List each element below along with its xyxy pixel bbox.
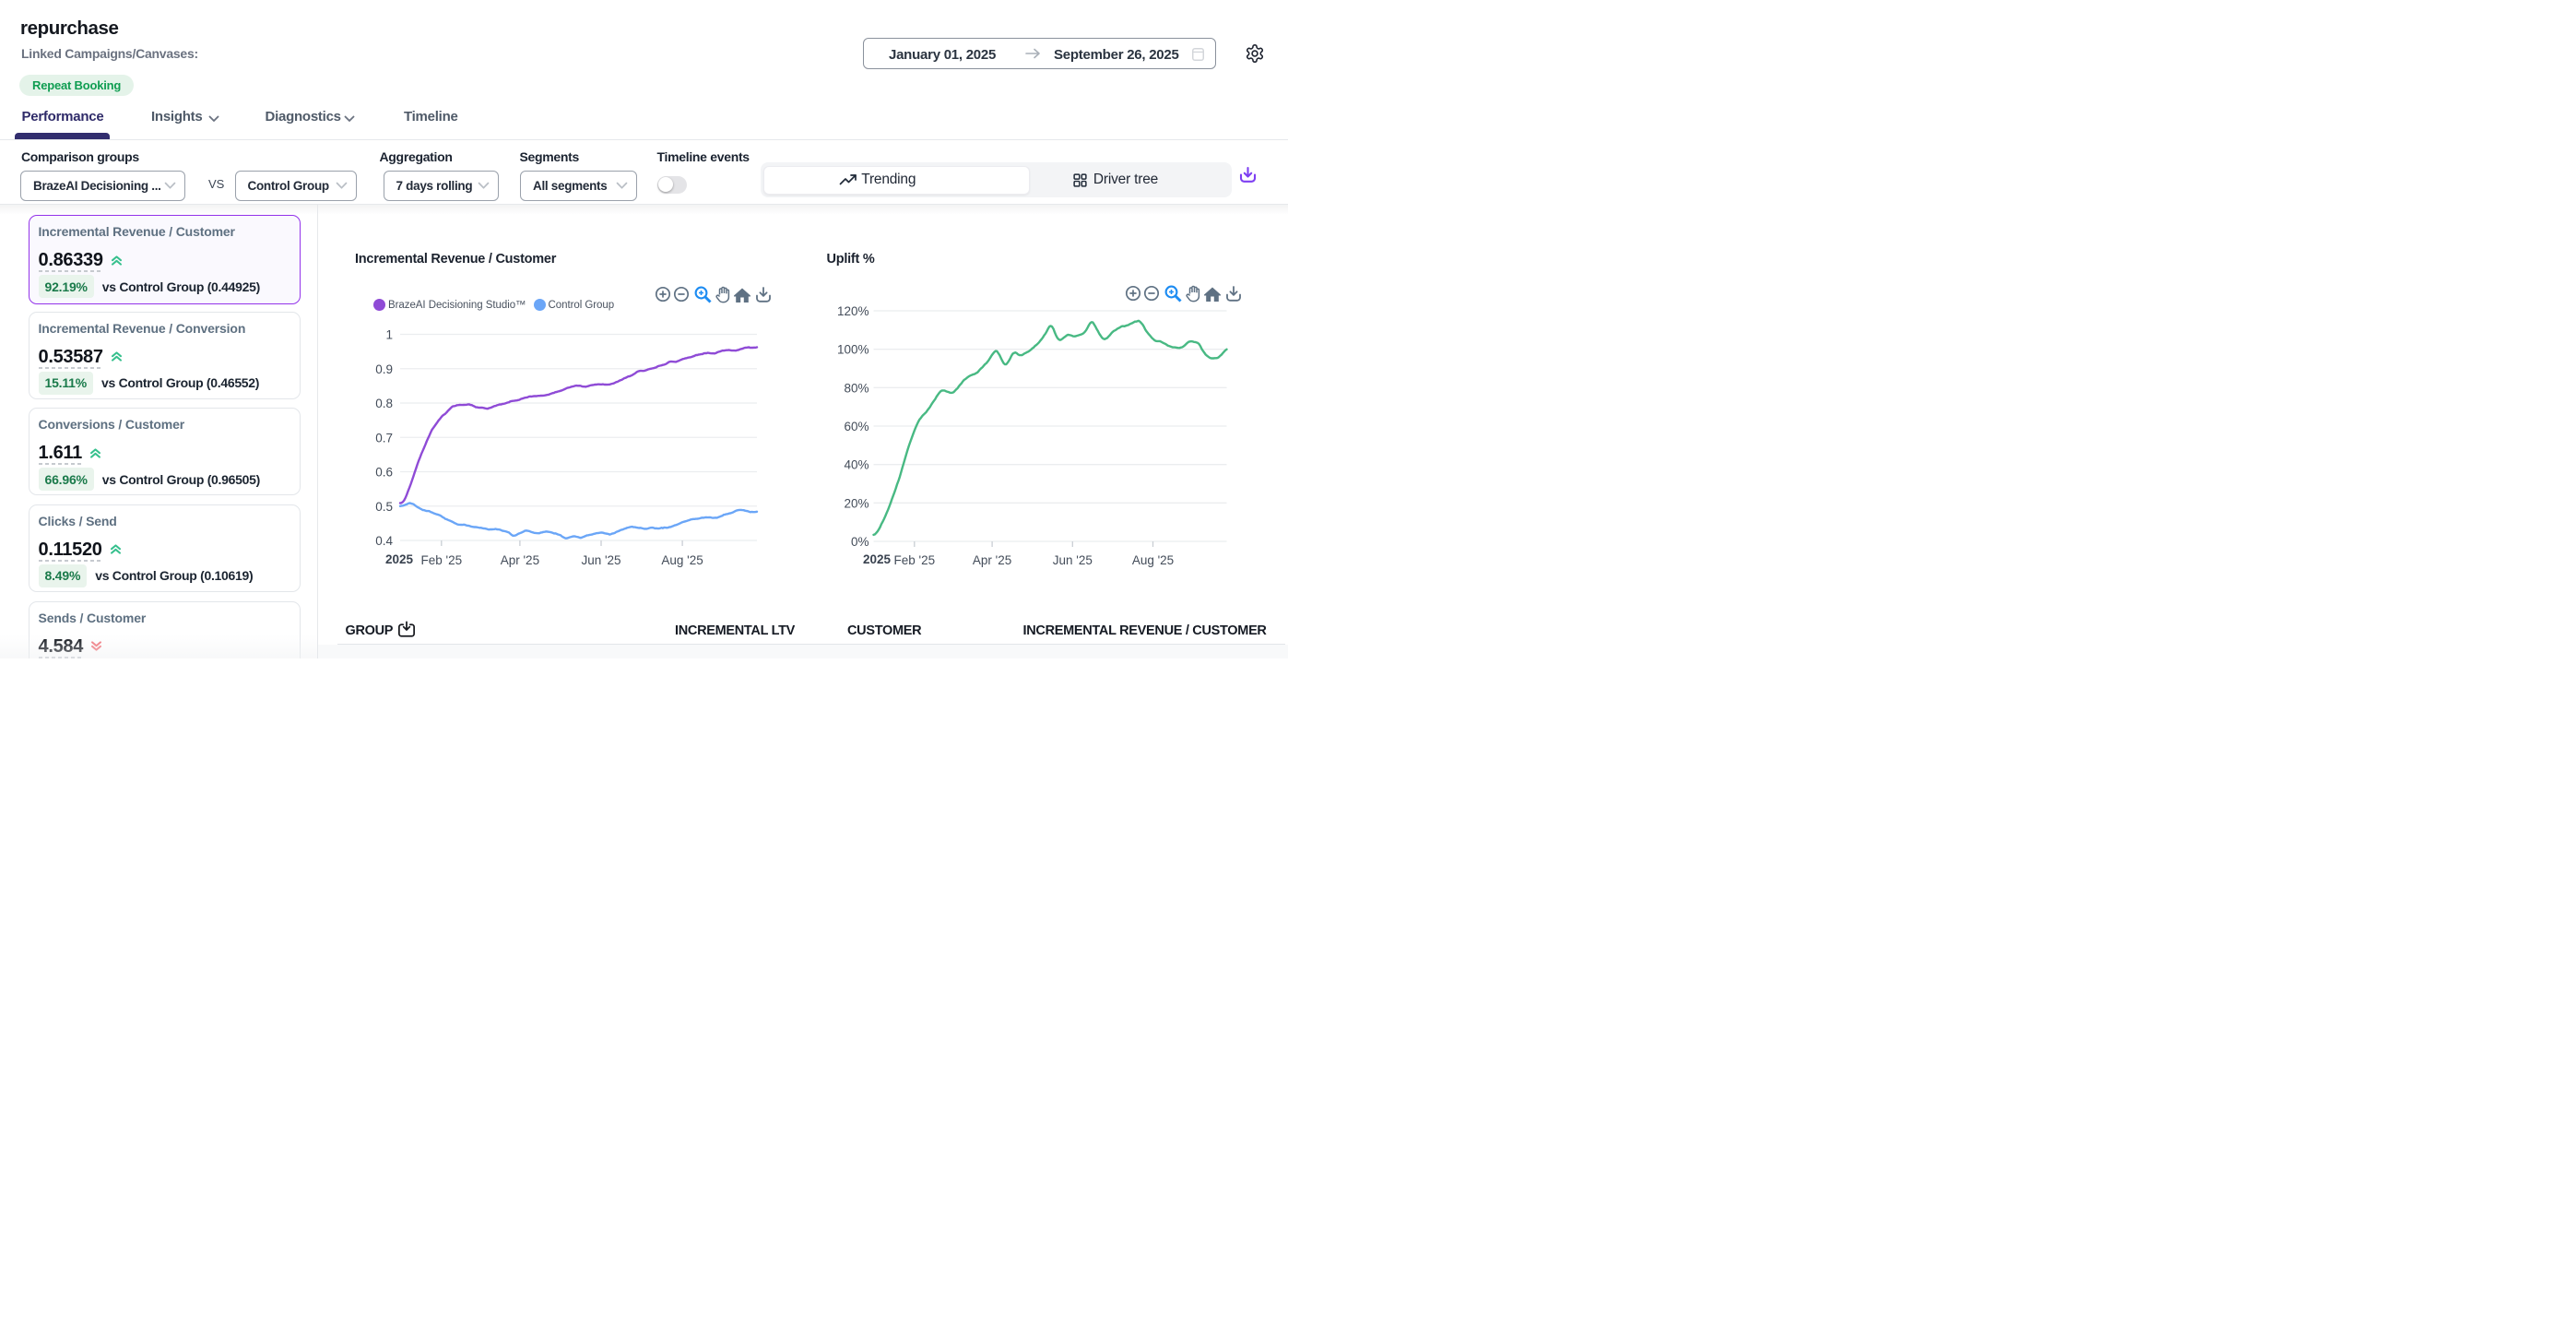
svg-text:Apr '25: Apr '25: [501, 553, 539, 567]
svg-text:0.7: 0.7: [375, 431, 393, 445]
svg-text:0.4: 0.4: [375, 534, 393, 548]
svg-text:120%: 120%: [837, 304, 869, 318]
svg-text:0.8: 0.8: [375, 397, 393, 410]
svg-text:Apr '25: Apr '25: [973, 553, 1011, 567]
svg-text:Aug '25: Aug '25: [1132, 553, 1174, 567]
svg-text:1: 1: [385, 328, 393, 342]
svg-text:Jun '25: Jun '25: [581, 553, 620, 567]
svg-text:0.5: 0.5: [375, 500, 393, 514]
svg-text:Jun '25: Jun '25: [1053, 553, 1093, 567]
svg-text:20%: 20%: [844, 496, 869, 510]
svg-text:40%: 40%: [844, 458, 869, 472]
svg-text:100%: 100%: [837, 343, 869, 357]
svg-text:Aug '25: Aug '25: [661, 553, 703, 567]
svg-text:0.6: 0.6: [375, 466, 393, 480]
svg-text:2025: 2025: [863, 552, 892, 566]
svg-text:2025: 2025: [385, 552, 414, 566]
svg-text:Feb '25: Feb '25: [893, 553, 935, 567]
svg-text:60%: 60%: [844, 420, 869, 433]
svg-text:0.9: 0.9: [375, 362, 393, 376]
svg-text:Feb '25: Feb '25: [420, 553, 462, 567]
svg-text:80%: 80%: [844, 381, 869, 395]
svg-text:0%: 0%: [851, 535, 869, 549]
